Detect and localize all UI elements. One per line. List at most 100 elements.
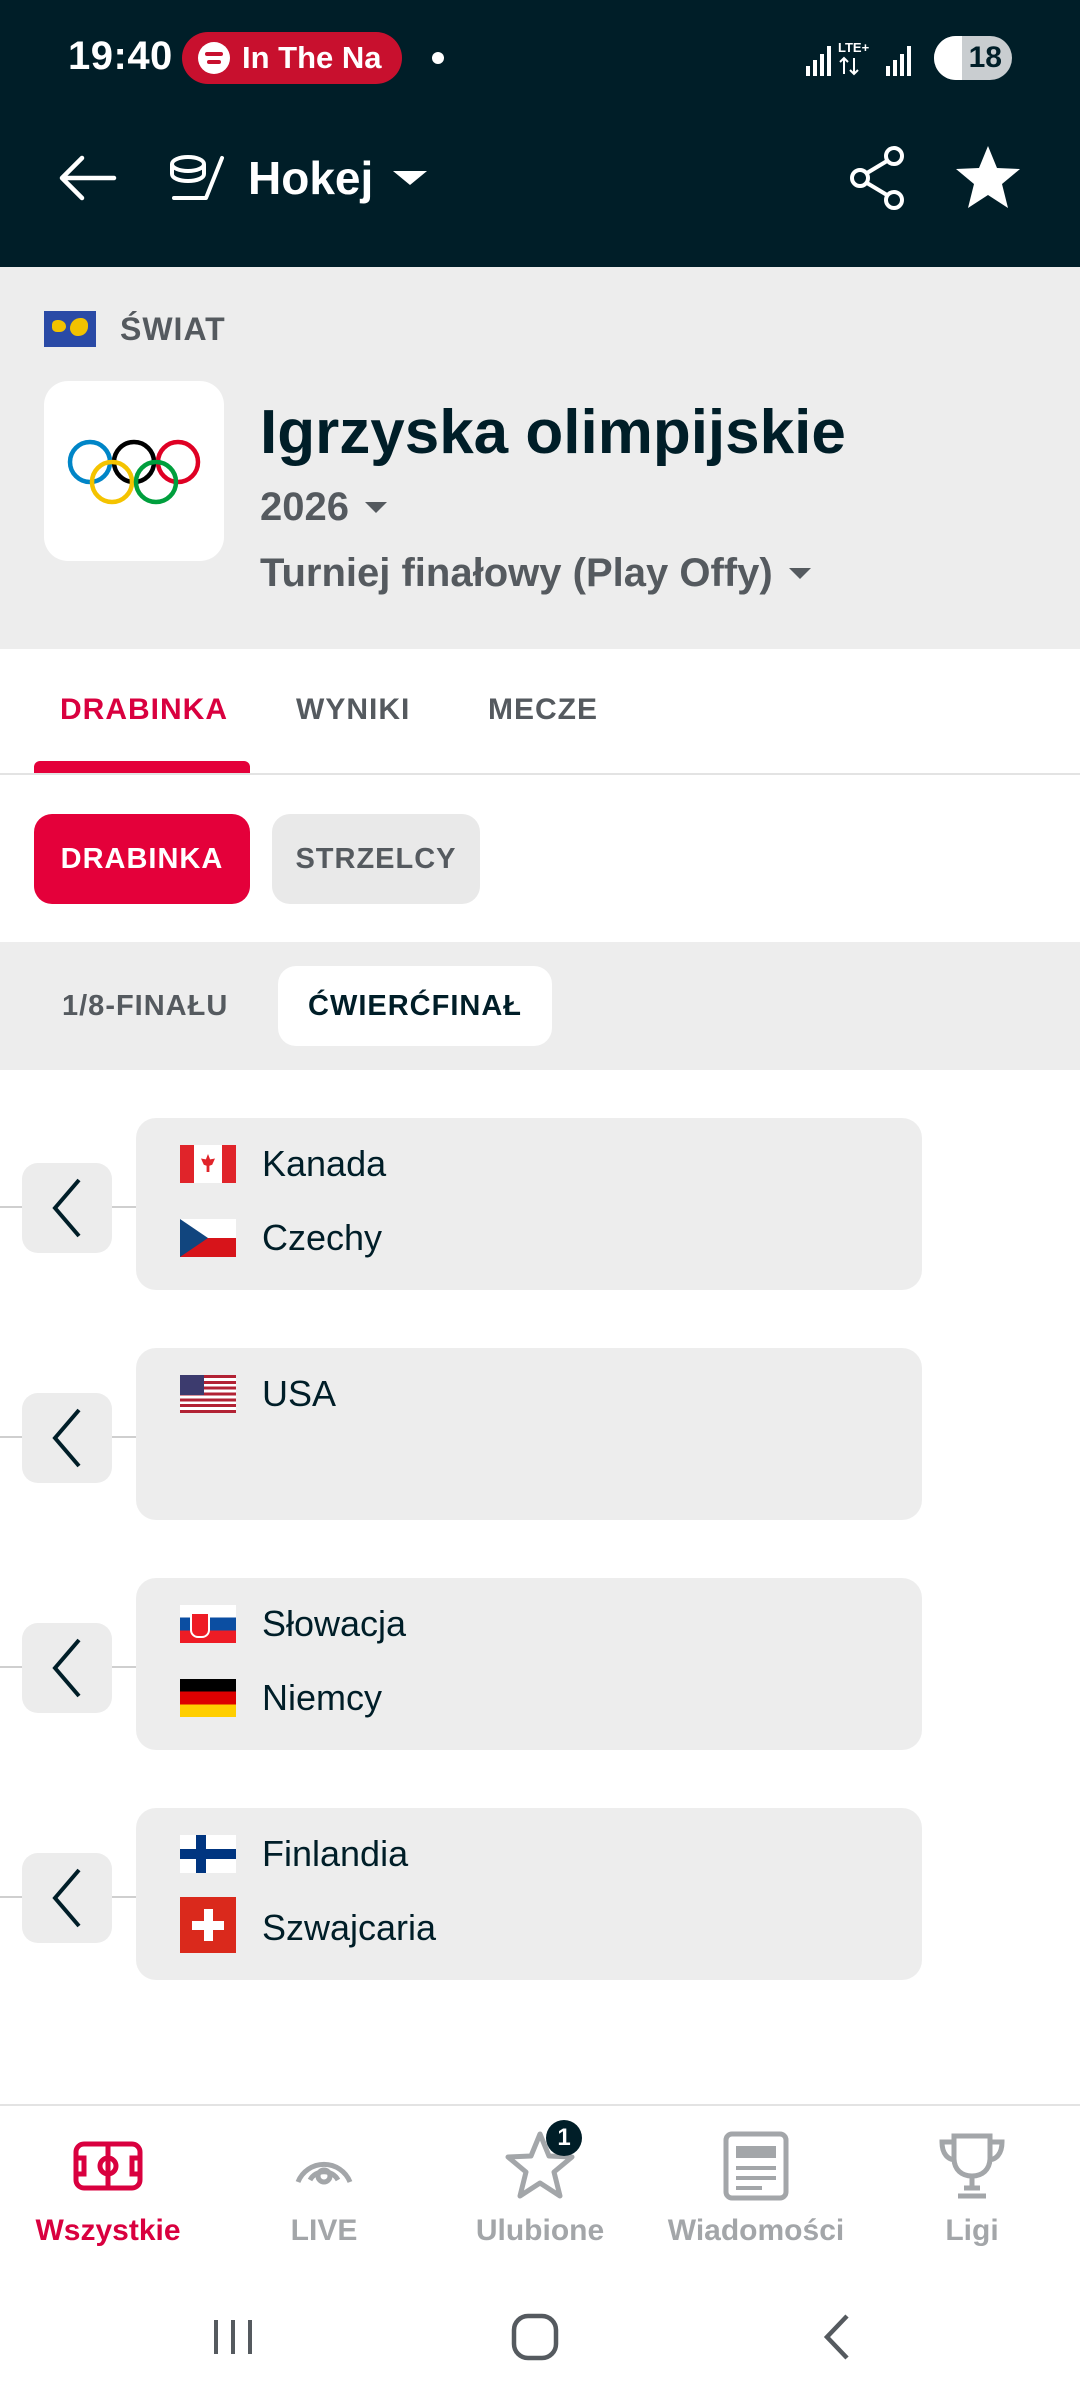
nav-label: Wszystkie — [35, 2214, 181, 2247]
home-button[interactable] — [500, 2302, 570, 2372]
previous-round-button[interactable] — [22, 1393, 112, 1483]
match-card[interactable]: USA — [136, 1348, 922, 1520]
svg-text:LTE+: LTE+ — [838, 40, 870, 55]
team-name: Szwajcaria — [262, 1907, 437, 1948]
league-header: ŚWIAT Igrzyska olimpijskie 2026 Turniej … — [0, 267, 1080, 649]
nav-label: Ligi — [945, 2214, 999, 2247]
sport-selector[interactable]: Hokej — [168, 140, 428, 216]
trophy-icon — [939, 2133, 1005, 2199]
active-tab-indicator — [34, 761, 250, 773]
nav-wiadomosci[interactable]: Wiadomości — [648, 2128, 864, 2258]
battery-level: 18 — [968, 41, 1002, 74]
canada-flag-icon — [180, 1145, 236, 1183]
germany-flag-icon — [180, 1679, 236, 1717]
world-flag-icon — [44, 311, 96, 347]
stage-selector[interactable]: Turniej finałowy (Play Offy) — [260, 551, 811, 596]
team-row: Kanada — [180, 1140, 386, 1188]
team-name: Kanada — [262, 1143, 387, 1184]
team-name: Niemcy — [262, 1677, 383, 1718]
chevron-down-icon — [393, 171, 428, 185]
match-card[interactable]: Słowacja Niemcy — [136, 1578, 922, 1750]
chevron-left-icon — [52, 1408, 81, 1468]
share-icon[interactable] — [846, 144, 910, 212]
team-row: USA — [180, 1370, 336, 1418]
nav-label: Ulubione — [475, 2214, 605, 2247]
team-row: Finlandia — [180, 1830, 408, 1878]
team-row: Niemcy — [180, 1674, 382, 1722]
olympic-rings-icon — [67, 439, 201, 505]
slovakia-flag-icon — [180, 1605, 236, 1643]
media-notification-pill[interactable]: In The Na — [182, 32, 402, 84]
chevron-left-icon — [52, 1638, 81, 1698]
league-title: Igrzyska olimpijskie — [260, 398, 846, 467]
team-row: Szwajcaria — [180, 1897, 437, 1953]
previous-round-button[interactable] — [22, 1853, 112, 1943]
season-selector[interactable]: 2026 — [260, 485, 387, 530]
news-icon — [723, 2131, 789, 2201]
olympic-rings-logo — [44, 381, 224, 561]
battery-indicator: 18 — [934, 36, 1012, 80]
bracket-match: Słowacja Niemcy — [0, 1578, 1080, 1754]
main-tabs: DRABINKA WYNIKI MECZE — [0, 649, 1080, 775]
favorite-star-icon[interactable] — [952, 142, 1024, 214]
finland-flag-icon — [180, 1835, 236, 1873]
chevron-down-icon — [788, 568, 811, 579]
match-card[interactable]: Finlandia Szwajcaria — [136, 1808, 922, 1980]
nav-ligi[interactable]: Ligi — [864, 2128, 1080, 2258]
country-name: ŚWIAT — [120, 310, 226, 347]
country-row[interactable]: ŚWIAT — [44, 307, 226, 351]
notification-dot-icon — [432, 52, 444, 64]
previous-round-button[interactable] — [22, 1163, 112, 1253]
system-back-icon — [823, 2314, 849, 2360]
bracket-match: USA — [0, 1348, 1080, 1524]
bottom-navigation: Wszystkie LIVE 1 Ulubione Wiadomości Lig… — [0, 2104, 1080, 2274]
season-label: 2026 — [260, 485, 349, 529]
top-bar: 19:40 In The Na LTE+ 18 Hokej — [0, 0, 1080, 267]
signal-icon: LTE+ — [806, 40, 911, 76]
previous-round-button[interactable] — [22, 1623, 112, 1713]
media-pill-text: In The Na — [242, 40, 382, 75]
hockey-icon — [170, 155, 224, 200]
tab-wyniki[interactable]: WYNIKI — [296, 693, 410, 727]
usa-flag-icon — [180, 1375, 236, 1413]
switzerland-flag-icon — [180, 1897, 236, 1953]
bracket-match: Finlandia Szwajcaria — [0, 1808, 1080, 1984]
team-name: Finlandia — [262, 1833, 409, 1874]
system-back-button[interactable] — [802, 2302, 872, 2372]
chevron-down-icon — [364, 502, 387, 513]
live-icon — [295, 2161, 353, 2185]
nav-wszystkie[interactable]: Wszystkie — [0, 2128, 216, 2258]
bracket-match: Kanada Czechy — [0, 1118, 1080, 1294]
subtab-drabinka[interactable]: DRABINKA — [34, 814, 250, 904]
stage-label: Turniej finałowy (Play Offy) — [260, 551, 773, 595]
czechia-flag-icon — [180, 1219, 236, 1257]
field-icon — [73, 2141, 143, 2191]
star-outline-icon-wrap: 1 — [502, 2120, 582, 2204]
back-arrow-icon[interactable] — [56, 146, 120, 210]
home-icon — [511, 2313, 559, 2361]
recent-apps-icon — [214, 2320, 252, 2354]
team-name: USA — [262, 1373, 337, 1414]
tab-drabinka[interactable]: DRABINKA — [60, 693, 228, 727]
nav-label: Wiadomości — [667, 2214, 845, 2247]
round-selector: 1/8-FINAŁU ĆWIERĆFINAŁ — [0, 942, 1080, 1070]
system-navigation-bar — [0, 2274, 1080, 2400]
tab-mecze[interactable]: MECZE — [488, 693, 598, 727]
sport-name: Hokej — [248, 152, 374, 204]
favorites-count-badge: 1 — [546, 2120, 582, 2156]
recent-apps-button[interactable] — [198, 2302, 268, 2372]
subtab-strzelcy[interactable]: STRZELCY — [272, 814, 480, 904]
nav-label: LIVE — [290, 2214, 358, 2247]
chevron-left-icon — [52, 1868, 81, 1928]
match-card[interactable]: Kanada Czechy — [136, 1118, 922, 1290]
round-quarter-finals[interactable]: ĆWIERĆFINAŁ — [278, 966, 552, 1046]
status-time: 19:40 — [68, 34, 173, 78]
spotify-icon — [198, 42, 230, 74]
nav-live[interactable]: LIVE — [216, 2128, 432, 2258]
nav-ulubione[interactable]: 1 Ulubione — [432, 2120, 648, 2258]
round-eighth-finals[interactable]: 1/8-FINAŁU — [62, 966, 228, 1046]
team-row: Słowacja — [180, 1600, 406, 1648]
team-name: Słowacja — [262, 1603, 407, 1644]
team-row: Czechy — [180, 1214, 382, 1262]
team-name: Czechy — [262, 1217, 383, 1258]
